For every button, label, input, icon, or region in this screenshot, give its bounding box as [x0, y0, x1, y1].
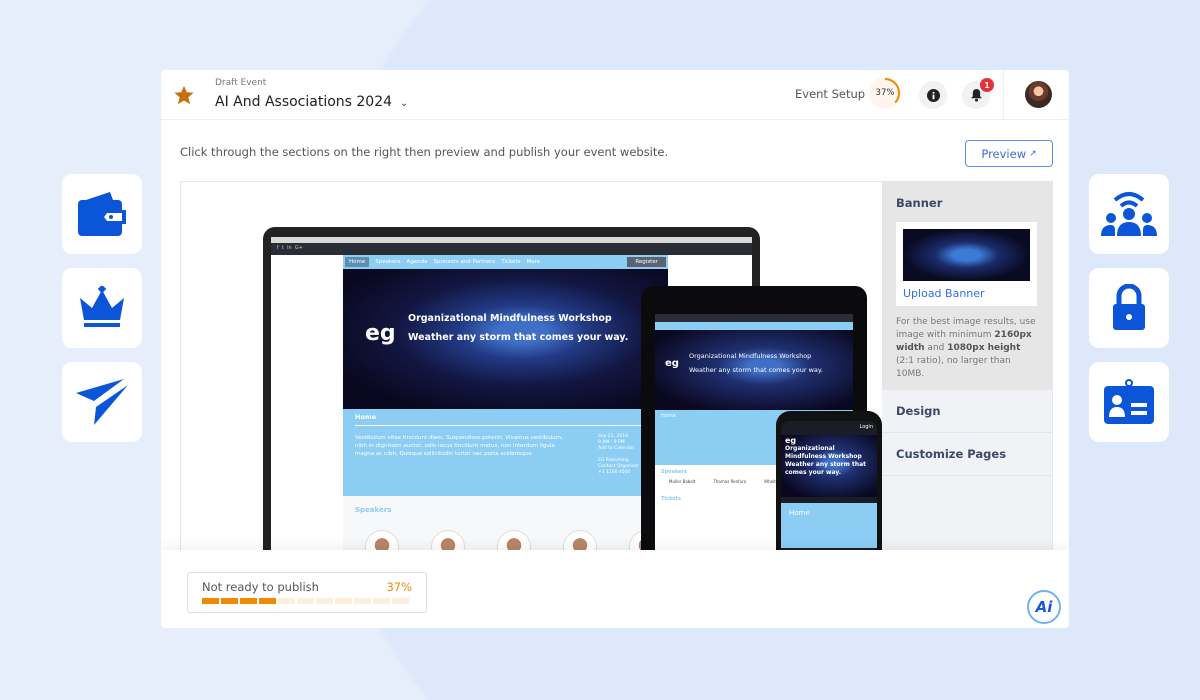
banner-section[interactable]: Banner Upload Banner For the best image … — [882, 182, 1052, 390]
event-website-card: Draft Event AI And Associations 2024 ⌄ Ev… — [161, 70, 1069, 628]
event-title: AI And Associations 2024 — [215, 94, 393, 110]
divider — [1003, 70, 1004, 120]
organizer-phone: +1 1100 4500 — [598, 470, 631, 475]
add-calendar: Add to Calendar — [598, 446, 635, 451]
setup-progress-ring[interactable]: 37% — [869, 77, 901, 109]
speaker-name: Muller Babolt — [669, 479, 696, 484]
lock-icon — [1113, 284, 1145, 330]
tablet-banner-title: Organizational Mindfulness Workshop — [689, 352, 812, 360]
home-section: Home Vestibulum vitae tincidunt diam. Su… — [343, 409, 668, 496]
event-title-dropdown[interactable]: AI And Associations 2024 ⌄ — [215, 94, 408, 110]
info-button[interactable] — [919, 81, 947, 109]
website-preview-area: f t in G+ Home Speakers Agenda Sponsors … — [180, 181, 1053, 551]
nav-agenda: Agenda — [406, 259, 428, 265]
design-section[interactable]: Design — [882, 390, 1052, 433]
tablet-logo: eg — [665, 358, 679, 369]
site-banner: eg Organizational Mindfulness Workshop W… — [343, 269, 668, 409]
customize-pages-section[interactable]: Customize Pages — [882, 433, 1052, 476]
crown-tile — [62, 268, 142, 348]
register-link: Register — [627, 257, 666, 267]
progress-segment — [297, 598, 314, 604]
site-nav: Home Speakers Agenda Sponsors and Partne… — [343, 255, 668, 269]
id-badge-icon — [1104, 379, 1154, 424]
site-logo: eg — [365, 321, 396, 346]
progress-segment — [354, 598, 371, 604]
chevron-down-icon: ⌄ — [400, 98, 409, 109]
notification-badge: 1 — [980, 78, 994, 92]
speaker-name: Thomas Renfuro — [713, 479, 747, 484]
community-tile — [1089, 174, 1169, 254]
nav-tickets: Tickets — [501, 259, 521, 265]
progress-segment — [316, 598, 333, 604]
notifications-button[interactable]: 1 — [962, 78, 994, 109]
social-bar: f t in G+ — [271, 243, 752, 255]
speaker-photos — [343, 530, 668, 550]
nav-sponsors: Sponsors and Partners — [433, 259, 496, 265]
phone-banner-tagline: Weather any storm that comes your way. — [785, 461, 867, 476]
progress-segment — [221, 598, 238, 604]
banner-tagline: Weather any storm that comes your way. — [408, 332, 629, 343]
publish-progress-bar — [202, 598, 412, 604]
preview-label: Preview — [981, 146, 1027, 161]
crown-icon — [80, 286, 124, 327]
ai-icon: Ai — [1035, 598, 1053, 616]
setup-progress-value: 37% — [875, 88, 895, 98]
phone-home: Home — [781, 503, 877, 548]
home-heading: Home — [355, 413, 656, 426]
upload-banner-link[interactable]: Upload Banner — [903, 287, 1030, 300]
publish-percent: 37% — [386, 580, 412, 594]
banner-guidelines: For the best image results, use image wi… — [896, 317, 1036, 379]
speakers-heading: Speakers — [355, 506, 392, 514]
progress-segment — [335, 598, 352, 604]
wallet-tile — [62, 174, 142, 254]
id-badge-tile — [1089, 362, 1169, 442]
wallet-icon — [78, 192, 126, 236]
phone-mockup: Login eg Organizational Mindfulness Work… — [776, 411, 882, 550]
instruction-text: Click through the sections on the right … — [180, 145, 669, 159]
event-setup-label: Event Setup — [795, 87, 866, 101]
publish-footer: Not ready to publish 37% Ai — [161, 550, 1069, 628]
phone-logo: eg — [785, 436, 797, 445]
event-info: Sep 21, 2018 9 AM - 9 PM Add to Calendar… — [598, 434, 639, 476]
community-broadcast-icon — [1101, 192, 1157, 236]
info-icon — [926, 88, 940, 102]
paper-plane-icon — [76, 379, 128, 425]
nav-home: Home — [345, 257, 370, 267]
tablet-banner-tagline: Weather any storm that comes your way. — [689, 366, 823, 374]
banner-upload-box[interactable]: Upload Banner — [896, 222, 1037, 306]
progress-segment — [278, 598, 295, 604]
home-text: Vestibulum vitae tincidunt diam. Suspend… — [355, 435, 563, 457]
preview-button[interactable]: Preview ↗ — [965, 140, 1053, 167]
send-tile — [62, 362, 142, 442]
nav-speakers: Speakers — [375, 259, 401, 265]
progress-segment — [392, 598, 409, 604]
publish-status-text: Not ready to publish — [202, 580, 319, 594]
lock-tile — [1089, 268, 1169, 348]
banner-thumbnail — [903, 229, 1030, 281]
progress-segment — [202, 598, 219, 604]
user-avatar[interactable] — [1025, 81, 1052, 108]
banner-heading: Banner — [896, 196, 943, 210]
ai-assistant-button[interactable]: Ai — [1027, 590, 1061, 624]
banner-title: Organizational Mindfulness Workshop — [408, 313, 612, 324]
event-status-label: Draft Event — [215, 78, 267, 88]
progress-segment — [373, 598, 390, 604]
star-icon[interactable] — [173, 84, 195, 106]
nav-more: More — [526, 259, 541, 265]
external-link-icon: ↗ — [1029, 148, 1037, 159]
website-desktop: Home Speakers Agenda Sponsors and Partne… — [343, 255, 668, 550]
top-bar: Draft Event AI And Associations 2024 ⌄ Ev… — [161, 70, 1069, 120]
progress-segment — [240, 598, 257, 604]
phone-login: Login — [859, 424, 874, 430]
phone-banner-title: Organizational Mindfulness Workshop — [785, 445, 862, 460]
bell-icon — [970, 88, 982, 102]
progress-segment — [259, 598, 276, 604]
publish-status: Not ready to publish 37% — [187, 572, 427, 613]
sections-panel: Banner Upload Banner For the best image … — [882, 182, 1052, 550]
